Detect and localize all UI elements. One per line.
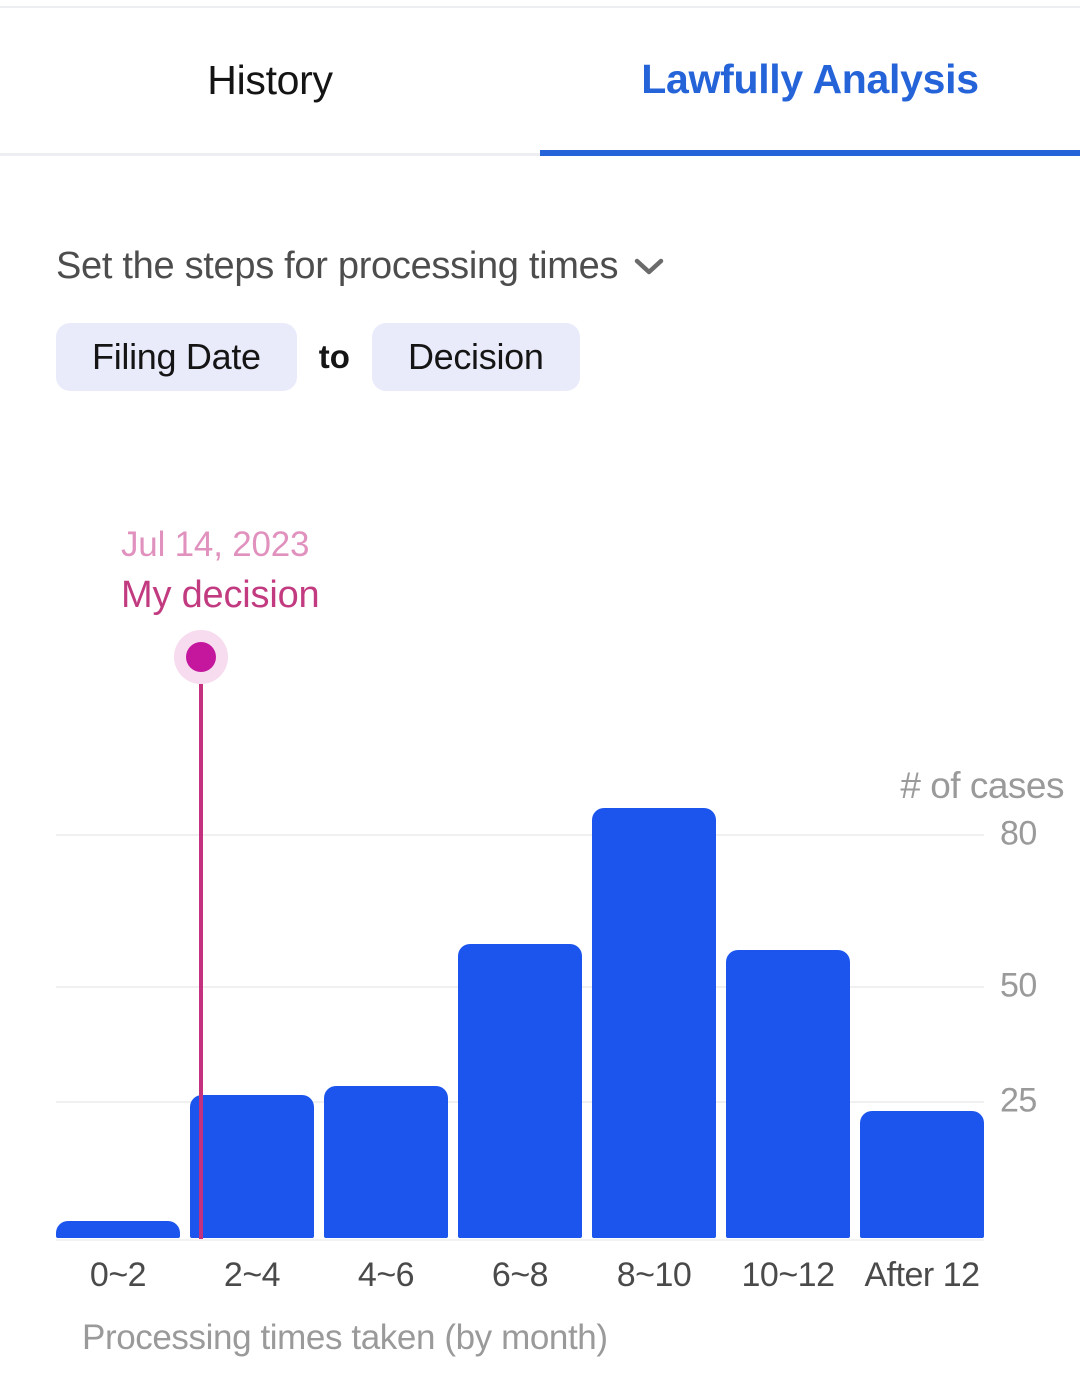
bar-6-8[interactable] xyxy=(458,944,582,1238)
x-axis-tick-10-12: 10~12 xyxy=(741,1256,836,1294)
chart-layer: # of cases 80 50 25 0~2 2~4 4~6 6~8 8~10 10~12 A… xyxy=(0,0,1080,1396)
tab-lawfully-analysis-label: Lawfully Analysis xyxy=(641,55,979,102)
x-axis-tick-8-10: 8~10 xyxy=(616,1256,692,1294)
chip-from-step[interactable]: Filing Date xyxy=(56,323,297,391)
bar-2-4[interactable] xyxy=(190,1095,314,1238)
bar-4-6[interactable] xyxy=(324,1086,448,1238)
gridline-80 xyxy=(56,834,984,836)
tab-history[interactable]: History xyxy=(0,8,540,156)
marker-date-label: Jul 14, 2023 xyxy=(121,525,310,564)
y-axis-tick-50: 50 xyxy=(1000,966,1037,1005)
chevron-down-icon xyxy=(634,258,664,276)
marker-vertical-line xyxy=(199,684,203,1239)
x-axis-title: Processing times taken (by month) xyxy=(82,1318,608,1357)
x-axis-tick-4-6: 4~6 xyxy=(357,1256,415,1294)
marker-dot-icon[interactable] xyxy=(186,642,216,672)
x-axis-tick-labels: 0~2 2~4 4~6 6~8 8~10 10~12 After 12 xyxy=(56,1256,984,1295)
tab-bar: History Lawfully Analysis xyxy=(0,6,1080,156)
x-axis-tick-After-12: After 12 xyxy=(864,1256,980,1294)
x-axis-tick-2-4: 2~4 xyxy=(223,1256,281,1294)
chip-separator-label: to xyxy=(318,338,350,375)
tab-lawfully-analysis[interactable]: Lawfully Analysis xyxy=(540,8,1080,156)
y-axis-tick-80: 80 xyxy=(1000,814,1037,853)
gridline-25 xyxy=(56,1101,984,1103)
chart-plot-area xyxy=(56,790,984,1238)
marker-title-label: My decision xyxy=(121,574,320,616)
x-axis-tick-6-8: 6~8 xyxy=(491,1256,549,1294)
bar-series xyxy=(56,790,984,1238)
chip-to-step[interactable]: Decision xyxy=(371,323,580,391)
y-axis-title: # of cases xyxy=(900,765,1064,806)
step-range-chips: Filing Date to Decision xyxy=(56,323,580,391)
bar-After-12[interactable] xyxy=(860,1111,984,1238)
chart-baseline xyxy=(56,1239,984,1241)
gridline-50 xyxy=(56,986,984,988)
bar-10-12[interactable] xyxy=(726,949,850,1238)
steps-selector[interactable]: Set the steps for processing times xyxy=(56,245,664,288)
y-axis-tick-25: 25 xyxy=(1000,1081,1037,1120)
steps-selector-label: Set the steps for processing times xyxy=(56,245,619,287)
tab-history-label: History xyxy=(207,57,333,103)
processing-times-bar-chart: # of cases 80 50 25 0~2 2~4 4~6 6~8 8~10 10~12 A… xyxy=(0,0,1080,1396)
bar-0-2[interactable] xyxy=(56,1221,180,1238)
bar-8-10[interactable] xyxy=(592,807,716,1238)
x-axis-tick-0-2: 0~2 xyxy=(89,1256,147,1294)
